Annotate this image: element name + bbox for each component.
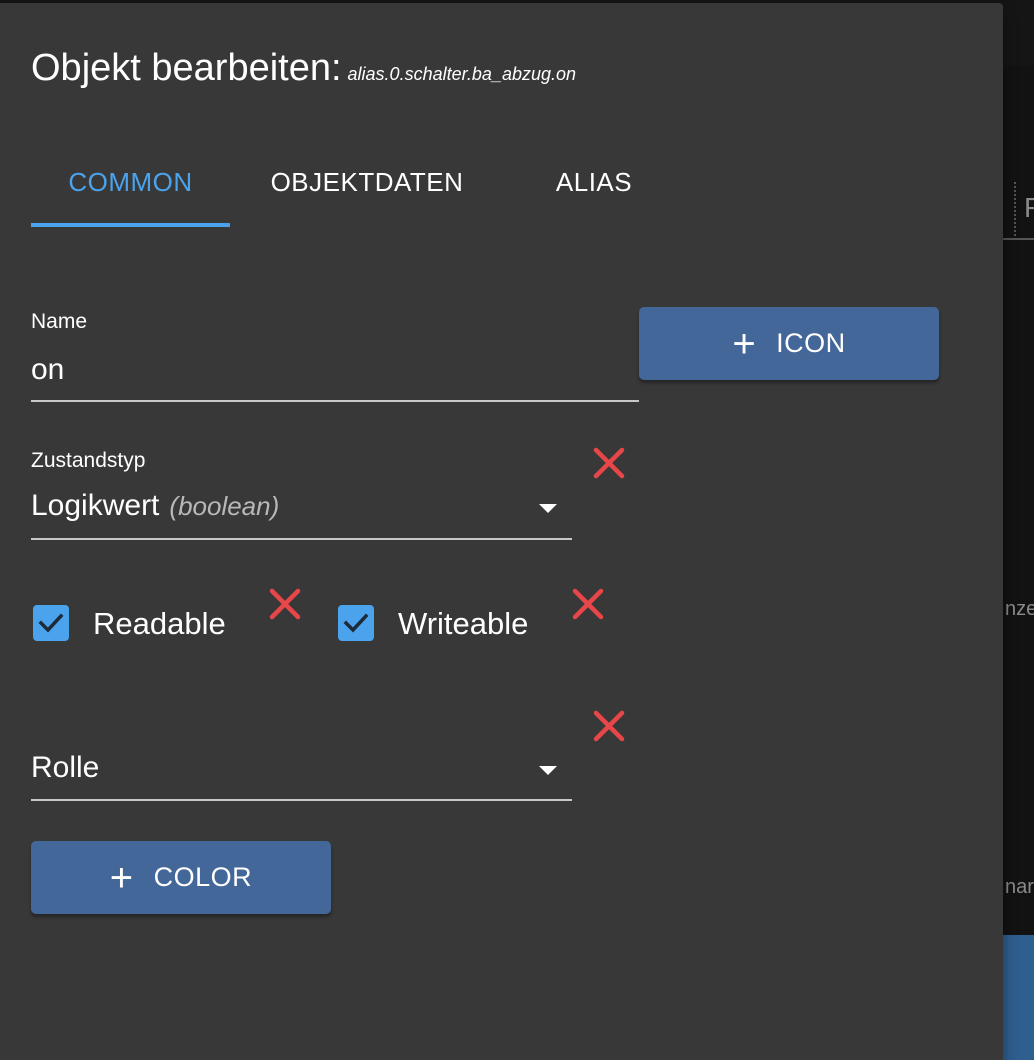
chevron-down-icon[interactable] (539, 766, 557, 775)
check-icon (38, 613, 64, 633)
background-text-fragment: nar (1005, 876, 1034, 898)
state-type-underline (31, 538, 572, 540)
state-type-select[interactable]: Logikwert (boolean) (31, 489, 279, 523)
name-input-underline (31, 400, 639, 402)
add-color-button-label: COLOR (153, 862, 253, 892)
add-color-button[interactable]: + COLOR (31, 841, 331, 914)
tab-common[interactable]: COMMON (31, 139, 230, 226)
remove-role-icon[interactable] (592, 709, 626, 743)
background-column-divider (1014, 182, 1016, 240)
plus-icon: + (109, 855, 134, 900)
name-label: Name (31, 310, 88, 333)
active-tab-indicator (31, 223, 230, 227)
plus-icon: + (732, 321, 757, 366)
state-type-label: Zustandstyp (31, 449, 146, 472)
edit-object-dialog: Objekt bearbeiten: alias.0.schalter.ba_ab… (0, 3, 1003, 1060)
tab-objektdaten[interactable]: OBJEKTDATEN (230, 139, 504, 226)
check-icon (343, 613, 369, 633)
background-input-underline (1003, 238, 1034, 240)
readable-checkbox[interactable] (33, 605, 69, 641)
role-underline (31, 799, 572, 801)
writeable-checkbox[interactable] (338, 605, 374, 641)
readable-label: Readable (93, 606, 226, 641)
dialog-title-text: Objekt bearbeiten: (31, 47, 342, 89)
background-panel (1003, 935, 1034, 1060)
state-type-hint: (boolean) (169, 491, 280, 521)
add-icon-button[interactable]: + ICON (639, 307, 939, 380)
writeable-label: Writeable (398, 606, 529, 641)
tab-alias[interactable]: ALIAS (504, 139, 684, 226)
object-id: alias.0.schalter.ba_abzug.on (347, 64, 577, 84)
background-text-fragment: F (1024, 192, 1034, 223)
add-icon-button-label: ICON (776, 328, 846, 358)
dialog-title: Objekt bearbeiten: alias.0.schalter.ba_ab… (31, 47, 576, 90)
name-input[interactable]: on (31, 353, 64, 387)
remove-writeable-icon[interactable] (571, 587, 605, 621)
role-label: Rolle (31, 751, 100, 784)
remove-readable-icon[interactable] (268, 587, 302, 621)
role-select[interactable]: Rolle (31, 751, 572, 795)
chevron-down-icon[interactable] (539, 504, 557, 513)
tab-bar: COMMON OBJEKTDATEN ALIAS (31, 139, 731, 229)
background-text-fragment: nze (1005, 598, 1034, 620)
remove-state-type-icon[interactable] (592, 446, 626, 480)
state-type-value: Logikwert (31, 489, 160, 522)
